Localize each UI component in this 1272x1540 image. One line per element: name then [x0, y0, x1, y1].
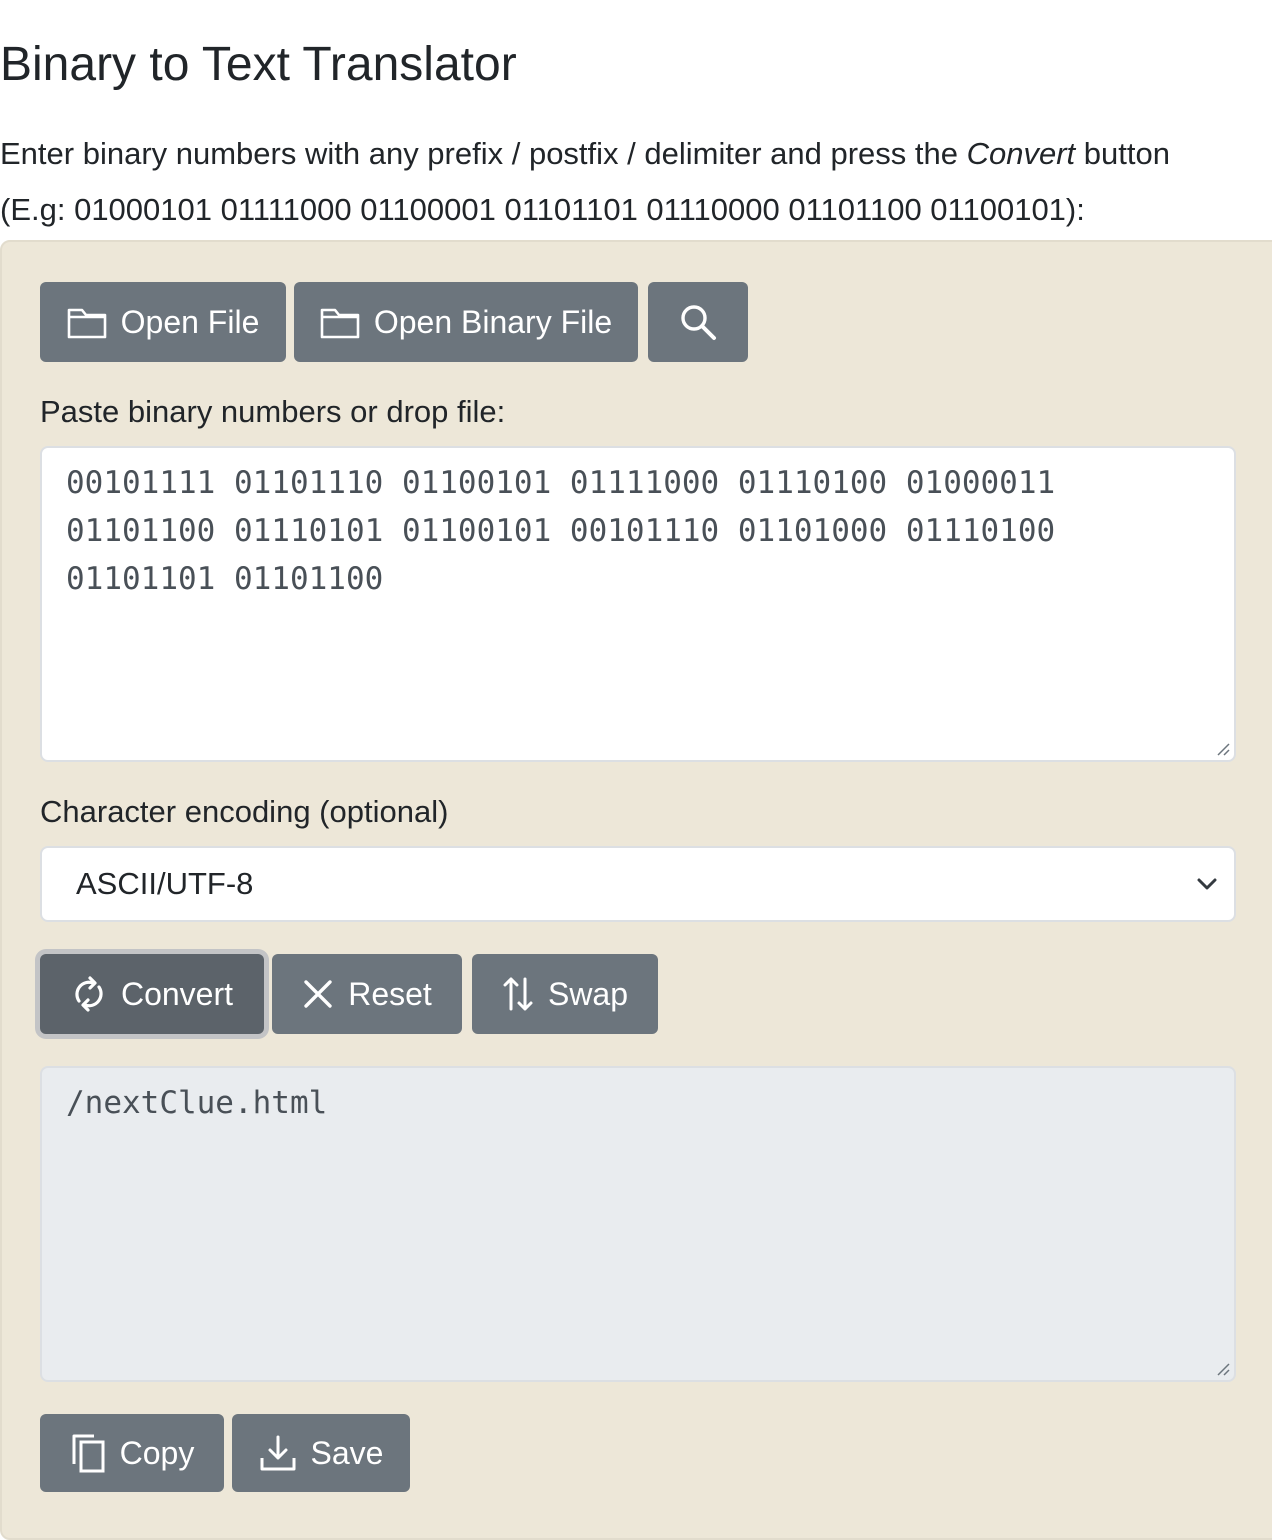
open-file-button[interactable]: Open File	[40, 282, 286, 362]
intro-example: (E.g: 01000101 01111000 01100001 0110110…	[0, 192, 1085, 227]
swap-arrows-icon	[503, 977, 533, 1011]
search-button[interactable]	[648, 282, 748, 362]
page-title: Binary to Text Translator	[0, 38, 517, 91]
download-icon	[260, 1435, 296, 1471]
intro-text-before: Enter binary numbers with any prefix / p…	[0, 136, 967, 171]
save-label: Save	[310, 1435, 384, 1471]
encoding-selected-value: ASCII/UTF-8	[76, 866, 254, 901]
text-output[interactable]: /nextClue.html	[40, 1066, 1236, 1382]
reset-button[interactable]: Reset	[272, 954, 462, 1034]
copy-icon	[72, 1434, 105, 1473]
input-label: Paste binary numbers or drop file:	[40, 394, 506, 429]
close-icon	[304, 980, 332, 1008]
binary-input[interactable]: 00101111 01101110 01100101 01111000 0111…	[40, 446, 1236, 762]
reset-label: Reset	[348, 976, 432, 1012]
search-icon	[681, 305, 716, 340]
resize-handle-icon[interactable]	[1216, 742, 1230, 756]
swap-label: Swap	[547, 976, 629, 1012]
open-file-label: Open File	[120, 304, 260, 340]
save-button[interactable]: Save	[232, 1414, 410, 1492]
convert-button[interactable]: Convert	[40, 954, 264, 1034]
open-binary-file-button[interactable]: Open Binary File	[294, 282, 638, 362]
open-binary-file-label: Open Binary File	[373, 304, 613, 340]
intro-text: Enter binary numbers with any prefix / p…	[0, 126, 1272, 238]
intro-text-after: button	[1075, 136, 1170, 171]
copy-label: Copy	[119, 1435, 195, 1471]
folder-icon	[320, 308, 360, 339]
refresh-icon	[75, 976, 103, 1012]
intro-text-emphasis: Convert	[966, 136, 1076, 171]
folder-icon	[67, 308, 106, 339]
encoding-select[interactable]: ASCII/UTF-8	[40, 846, 1236, 922]
resize-handle-icon[interactable]	[1216, 1362, 1230, 1376]
convert-label: Convert	[120, 976, 234, 1012]
copy-button[interactable]: Copy	[40, 1414, 224, 1492]
chevron-down-icon	[1197, 878, 1217, 890]
encoding-label: Character encoding (optional)	[40, 794, 449, 829]
swap-button[interactable]: Swap	[472, 954, 658, 1034]
